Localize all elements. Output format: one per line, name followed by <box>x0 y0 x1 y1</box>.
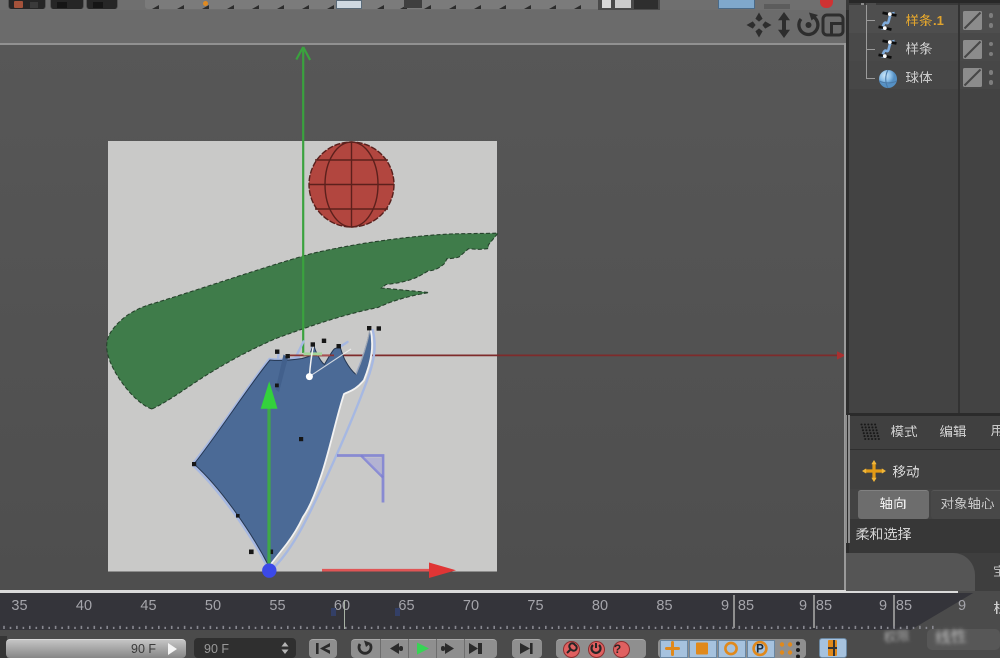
svg-text:P: P <box>756 644 764 656</box>
svg-text:?: ? <box>614 642 621 656</box>
